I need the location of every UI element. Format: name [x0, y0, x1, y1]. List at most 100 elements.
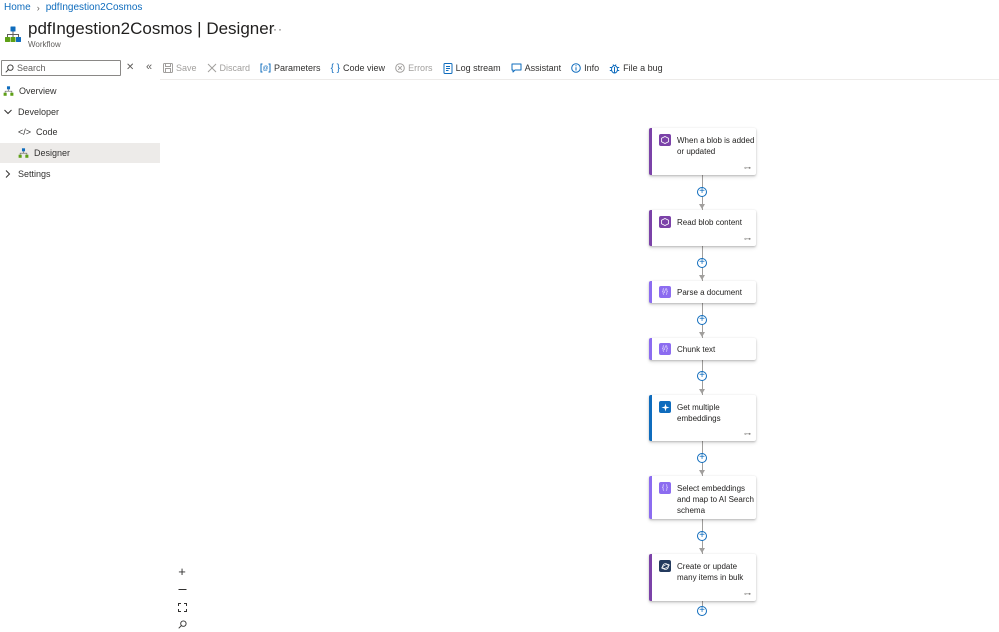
connector-arrow: [699, 389, 705, 394]
code-view-button[interactable]: { } Code view: [331, 63, 386, 74]
step-card-read-blob[interactable]: Read blob content ⊶: [649, 210, 756, 246]
breadcrumb: Home › pdfIngestion2Cosmos: [4, 2, 142, 13]
clear-search-icon[interactable]: ✕: [126, 62, 134, 73]
svg-text:@: @: [262, 66, 268, 72]
data-operation-icon: {/}: [659, 343, 671, 355]
data-operation-icon: {/}: [659, 286, 671, 298]
errors-label: Errors: [408, 63, 433, 73]
sidebar-item-designer[interactable]: Designer: [0, 143, 160, 163]
step-label: Chunk text: [677, 345, 716, 354]
more-options-icon[interactable]: ···: [268, 22, 283, 36]
code-view-label: Code view: [343, 63, 386, 73]
connector-arrow: [699, 204, 705, 209]
discard-button[interactable]: Discard: [207, 63, 251, 73]
add-step-button[interactable]: +: [697, 258, 707, 268]
connector-arrow: [699, 548, 705, 553]
fit-view-icon: [177, 602, 187, 612]
add-step-button[interactable]: +: [697, 315, 707, 325]
workflow-icon: [3, 85, 14, 96]
discard-label: Discard: [219, 63, 251, 73]
assistant-button[interactable]: Assistant: [511, 63, 562, 73]
search-input[interactable]: [17, 63, 113, 73]
save-label: Save: [176, 63, 197, 73]
sidebar-item-developer[interactable]: Developer: [0, 102, 160, 122]
toolbar-divider: [160, 79, 999, 80]
search-icon: [177, 619, 187, 629]
link-icon: ⊶: [744, 591, 751, 598]
step-card-chunk-text[interactable]: {/} Chunk text: [649, 338, 756, 360]
add-step-button[interactable]: +: [697, 606, 707, 616]
collapse-menu-icon[interactable]: «: [146, 61, 152, 73]
assistant-label: Assistant: [524, 63, 562, 73]
info-label: Info: [584, 63, 600, 73]
log-stream-icon: [443, 62, 453, 74]
step-card-cosmos-bulk[interactable]: Create or update many items in bulk ⊶: [649, 554, 756, 601]
file-bug-button[interactable]: File a bug: [609, 63, 663, 74]
parameters-icon: @: [260, 63, 271, 73]
zoom-in-button[interactable]: +: [174, 563, 190, 579]
file-bug-label: File a bug: [623, 63, 663, 73]
link-icon: ⊶: [744, 236, 751, 243]
search-icon: [5, 63, 14, 73]
log-stream-label: Log stream: [455, 63, 501, 73]
command-bar: Save Discard @ Parameters { } Code view …: [163, 60, 673, 76]
connector-arrow: [699, 275, 705, 280]
sidebar-item-label: Designer: [34, 148, 71, 158]
cosmos-icon: [659, 560, 671, 572]
sidebar-item-settings[interactable]: Settings: [0, 164, 160, 184]
log-stream-button[interactable]: Log stream: [443, 62, 501, 74]
sidebar-item-label: Settings: [18, 169, 51, 179]
sidebar-item-label: Overview: [19, 86, 57, 96]
step-card-select-embeddings[interactable]: { } Select embeddings and map to AI Sear…: [649, 476, 756, 519]
discard-icon: [207, 63, 216, 73]
info-button[interactable]: Info: [571, 63, 599, 73]
chat-icon: [511, 63, 522, 73]
errors-button[interactable]: Errors: [395, 63, 433, 73]
breadcrumb-home-link[interactable]: Home: [4, 2, 31, 13]
step-label: Create or update many items in bulk: [677, 562, 744, 582]
sidebar-item-label: Code: [36, 127, 58, 137]
openai-icon: [659, 401, 671, 413]
step-card-get-embeddings[interactable]: Get multiple embeddings ⊶: [649, 395, 756, 441]
link-icon: ⊶: [744, 431, 751, 438]
workflow-name: pdfIngestion2Cosmos: [28, 19, 193, 38]
page-title: pdfIngestion2Cosmos | Designer: [28, 19, 274, 39]
step-label: Select embeddings and map to AI Search s…: [677, 484, 754, 515]
add-step-button[interactable]: +: [697, 453, 707, 463]
connector-arrow: [699, 470, 705, 475]
code-braces-icon: { }: [330, 62, 341, 74]
search-canvas-button[interactable]: [174, 616, 190, 632]
bug-icon: [609, 63, 620, 74]
parameters-label: Parameters: [274, 63, 321, 73]
zoom-out-button[interactable]: [174, 581, 190, 597]
link-icon: ⊶: [744, 165, 751, 172]
chevron-right-icon: [5, 170, 11, 178]
parameters-button[interactable]: @ Parameters: [260, 63, 321, 73]
select-icon: { }: [659, 482, 671, 494]
page-subtitle: Workflow: [28, 40, 61, 49]
blob-trigger-icon: [659, 134, 671, 146]
step-label: Parse a document: [677, 288, 742, 297]
step-label: Read blob content: [677, 218, 742, 227]
title-separator: |: [197, 19, 202, 38]
add-step-button[interactable]: +: [697, 187, 707, 197]
error-icon: [395, 63, 405, 73]
workflow-icon: [4, 26, 22, 44]
blob-icon: [659, 216, 671, 228]
sidebar-item-code[interactable]: </> Code: [0, 122, 160, 142]
search-box: [1, 60, 121, 76]
chevron-down-icon: [4, 109, 12, 115]
step-label: Get multiple embeddings: [677, 403, 721, 423]
sidebar-item-overview[interactable]: Overview: [0, 81, 160, 101]
fit-view-button[interactable]: [174, 599, 190, 615]
step-label: When a blob is added or updated: [677, 136, 755, 156]
step-card-blob-trigger[interactable]: When a blob is added or updated ⊶: [649, 128, 756, 175]
save-icon: [163, 63, 173, 73]
save-button[interactable]: Save: [163, 63, 197, 73]
view-name: Designer: [206, 19, 275, 38]
breadcrumb-current-link[interactable]: pdfIngestion2Cosmos: [46, 2, 143, 13]
step-card-parse-document[interactable]: {/} Parse a document: [649, 281, 756, 303]
sidebar-item-label: Developer: [18, 107, 60, 117]
add-step-button[interactable]: +: [697, 531, 707, 541]
add-step-button[interactable]: +: [697, 371, 707, 381]
